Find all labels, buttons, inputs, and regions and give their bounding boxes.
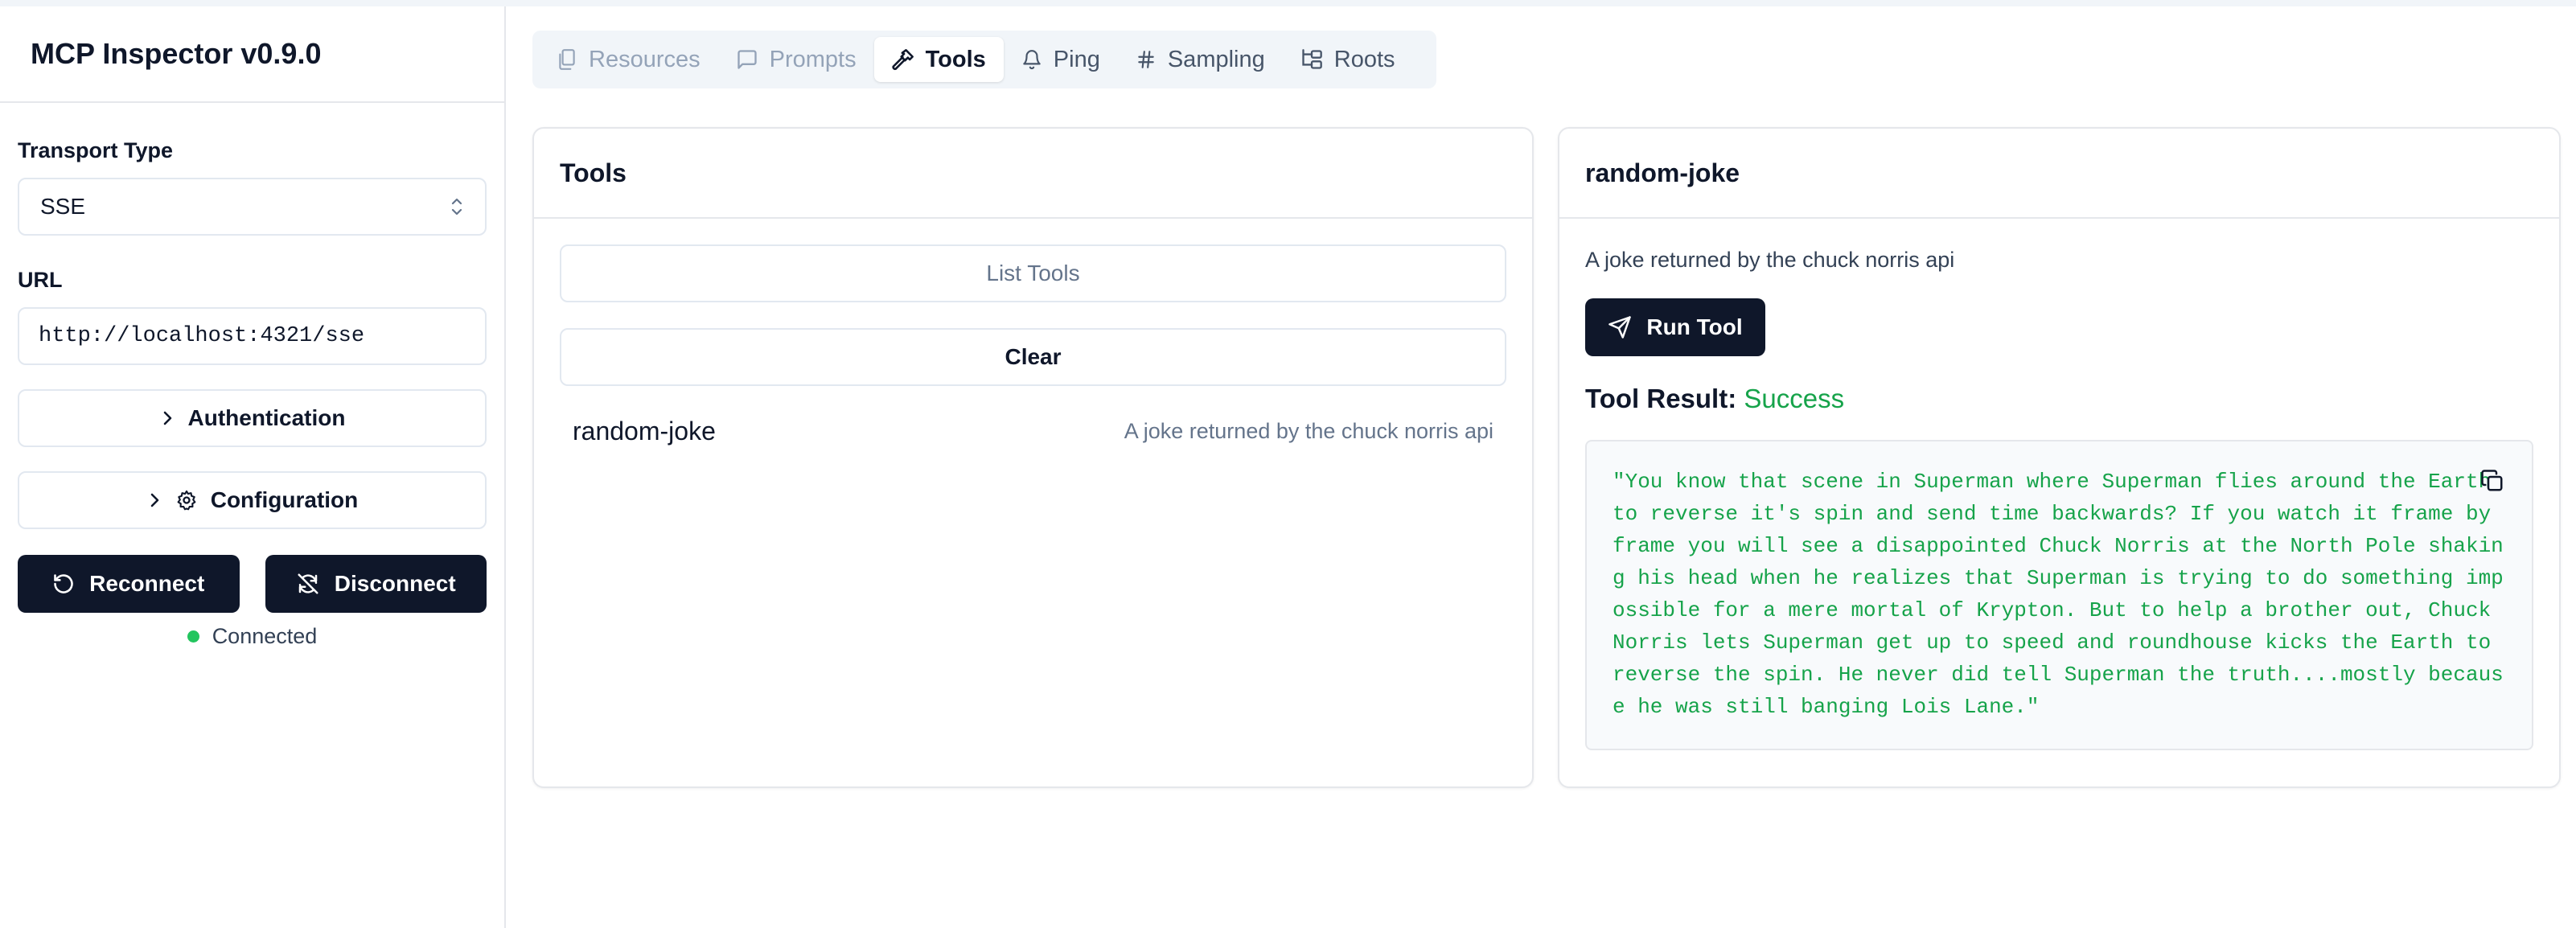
- tab-label: Ping: [1053, 46, 1100, 72]
- transport-type-value: SSE: [40, 194, 86, 219]
- hash-icon: [1136, 48, 1157, 71]
- url-input-value: http://localhost:4321/sse: [39, 324, 365, 348]
- sidebar-header: MCP Inspector v0.9.0: [0, 6, 504, 103]
- url-input[interactable]: http://localhost:4321/sse: [18, 307, 487, 365]
- run-tool-button[interactable]: Run Tool: [1585, 298, 1765, 356]
- tool-detail-description: A joke returned by the chuck norris api: [1585, 248, 1955, 272]
- tab-tools[interactable]: Tools: [873, 37, 1004, 82]
- app-title: MCP Inspector v0.9.0: [31, 37, 322, 70]
- tool-detail-body: A joke returned by the chuck norris api …: [1559, 219, 2559, 776]
- chevron-right-icon: [159, 409, 175, 428]
- hammer-icon: [892, 48, 914, 71]
- tools-card-title: Tools: [534, 129, 1532, 219]
- tool-detail-title: random-joke: [1559, 129, 2559, 219]
- reconnect-label: Reconnect: [89, 571, 205, 596]
- tab-label: Tools: [925, 46, 986, 72]
- folder-tree-icon: [1300, 48, 1323, 71]
- chevrons-up-down-icon: [450, 196, 464, 217]
- tool-result-label: Tool Result:: [1585, 384, 1737, 413]
- tab-roots[interactable]: Roots: [1283, 37, 1413, 82]
- status-text: Connected: [212, 624, 318, 648]
- files-icon: [557, 48, 577, 71]
- transport-type-select[interactable]: SSE: [18, 178, 487, 236]
- status-dot: [187, 630, 199, 643]
- reconnect-button[interactable]: Reconnect: [18, 555, 240, 613]
- disconnect-label: Disconnect: [334, 571, 456, 596]
- copy-icon[interactable]: [2480, 469, 2504, 493]
- tab-prompts[interactable]: Prompts: [718, 37, 874, 82]
- tools-card: Tools List Tools Clear random-joke A jok…: [532, 127, 1534, 788]
- list-tools-button[interactable]: List Tools: [560, 244, 1506, 302]
- connection-form: Transport Type SSE URL http://localhost:…: [0, 138, 504, 649]
- tab-sampling[interactable]: Sampling: [1118, 37, 1283, 82]
- tool-result-status: Success: [1744, 384, 1845, 413]
- sidebar: MCP Inspector v0.9.0 Transport Type SSE …: [0, 6, 506, 928]
- connection-status: Connected: [18, 624, 487, 649]
- configuration-toggle[interactable]: Configuration: [18, 471, 487, 529]
- tool-result-heading: Tool Result: Success: [1585, 384, 2533, 414]
- tab-label: Sampling: [1167, 46, 1265, 72]
- tab-ping[interactable]: Ping: [1004, 37, 1118, 82]
- tool-result-box: "You know that scene in Superman where S…: [1585, 440, 2533, 750]
- send-icon: [1608, 315, 1632, 339]
- tool-detail-card: random-joke A joke returned by the chuck…: [1558, 127, 2561, 788]
- tab-label: Resources: [589, 46, 700, 72]
- run-tool-label: Run Tool: [1646, 314, 1743, 339]
- rotate-ccw-icon: [52, 573, 75, 595]
- message-square-icon: [736, 48, 758, 71]
- tool-result-text: "You know that scene in Superman where S…: [1613, 470, 2504, 719]
- transport-type-label: Transport Type: [18, 138, 174, 162]
- refresh-off-icon: [296, 572, 320, 596]
- bell-icon: [1021, 48, 1042, 71]
- top-strip: [0, 0, 2576, 6]
- chevron-right-icon: [146, 491, 162, 510]
- tab-resources[interactable]: Resources: [539, 37, 718, 82]
- url-label: URL: [18, 268, 63, 292]
- tab-label: Prompts: [769, 46, 857, 72]
- tab-label: Roots: [1333, 46, 1395, 72]
- tab-list: Resources Prompts Tools Ping Sampling Ro…: [532, 31, 1436, 88]
- authentication-label: Authentication: [187, 405, 346, 430]
- tool-name: random-joke: [573, 417, 716, 446]
- disconnect-button[interactable]: Disconnect: [265, 555, 487, 613]
- list-item[interactable]: random-joke A joke returned by the chuck…: [560, 417, 1506, 446]
- gear-icon: [175, 489, 198, 511]
- tool-description: A joke returned by the chuck norris api: [1124, 419, 1493, 443]
- connection-buttons: Reconnect Disconnect: [18, 555, 487, 613]
- configuration-label: Configuration: [210, 487, 359, 512]
- clear-button[interactable]: Clear: [560, 328, 1506, 386]
- authentication-toggle[interactable]: Authentication: [18, 389, 487, 447]
- tools-card-body: List Tools Clear random-joke A joke retu…: [534, 219, 1532, 472]
